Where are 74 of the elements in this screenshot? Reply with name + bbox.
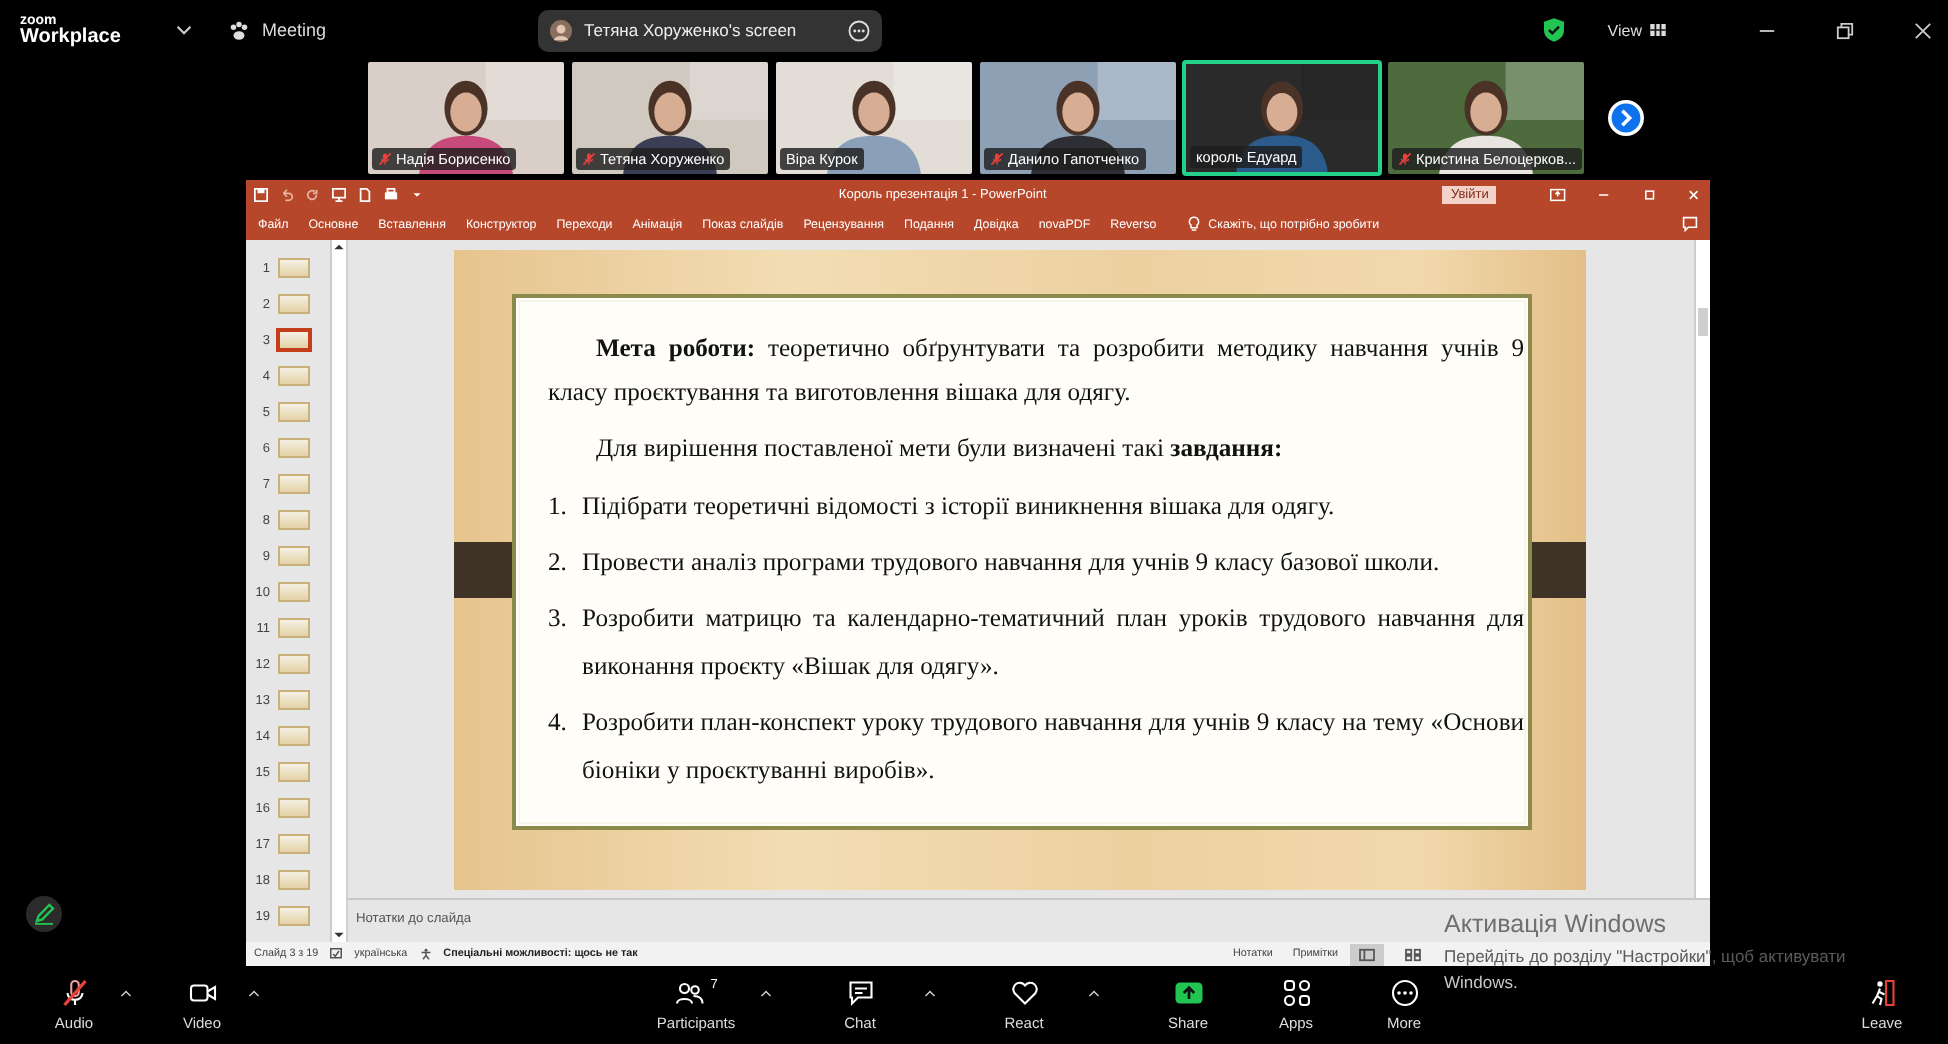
list-number: 3. <box>548 602 569 636</box>
share-status-pill[interactable]: Тетяна Хоруженко's screen <box>538 9 883 51</box>
chat-bubble-icon <box>845 978 875 1008</box>
slide-thumbnail[interactable] <box>278 762 310 782</box>
scrollbar[interactable] <box>330 240 346 942</box>
caret-up-icon[interactable] <box>248 988 260 998</box>
undo-icon[interactable] <box>280 187 294 201</box>
slide-thumbnail[interactable] <box>278 654 310 674</box>
slide-thumbnail[interactable] <box>278 330 310 350</box>
slide-thumbnail[interactable] <box>278 870 310 890</box>
apps-icon <box>1281 978 1311 1008</box>
task-item: Розробити план-конспект уроку трудового навчання для учнів 9 класу на тему «Основи біоніки у проєктуванні виробів». <box>582 706 1524 788</box>
comment-icon[interactable] <box>1682 216 1698 232</box>
slide-thumbnail[interactable] <box>278 906 310 926</box>
slide-thumbnail[interactable] <box>278 546 310 566</box>
slide-thumbnail[interactable] <box>278 438 310 458</box>
restore-icon[interactable] <box>1641 187 1657 201</box>
heart-icon <box>1009 978 1039 1008</box>
annotate-pencil-icon[interactable] <box>26 896 62 932</box>
grid-icon <box>1650 24 1666 36</box>
scrollbar[interactable] <box>1694 240 1710 898</box>
more-icon[interactable] <box>848 19 871 41</box>
slide-thumbnail[interactable] <box>278 834 310 854</box>
ribbon-display-icon[interactable] <box>1550 187 1567 201</box>
caret-up-icon[interactable] <box>760 988 772 998</box>
lightbulb-icon <box>1188 216 1201 232</box>
presenter-icon[interactable] <box>332 187 346 201</box>
close-icon[interactable] <box>1914 21 1932 39</box>
task-item: Провести аналіз програми трудового навчання для учнів 9 класу базової школи. <box>582 546 1442 580</box>
people-icon <box>674 978 705 1008</box>
slide-thumbnail[interactable] <box>278 474 310 494</box>
task-item: Розробити матрицю та календарно-тематичний план уроків трудового навчання для виконання проєкту «Вішак для одягу». <box>582 602 1524 684</box>
slide-thumbnail[interactable] <box>278 618 310 638</box>
caret-up-icon[interactable] <box>1088 988 1100 998</box>
activation-title: Активація Windows <box>1444 912 1668 938</box>
chevron-down-icon[interactable] <box>176 24 192 36</box>
next-page-icon[interactable] <box>1608 100 1644 136</box>
save-icon[interactable] <box>254 187 268 201</box>
exit-icon <box>1867 978 1897 1008</box>
slide-thumbnail[interactable] <box>278 402 310 422</box>
activation-hint: Windows. <box>1444 972 1520 992</box>
accessibility-icon[interactable] <box>419 948 432 960</box>
list-number: 4. <box>548 706 569 740</box>
customize-caret-icon[interactable] <box>410 187 424 201</box>
avatar-icon <box>550 19 573 41</box>
list-number: 2. <box>548 546 569 580</box>
close-icon[interactable] <box>1686 187 1703 201</box>
new-file-icon[interactable] <box>358 187 372 201</box>
slide-thumbnail[interactable] <box>278 366 310 386</box>
spellcheck-icon[interactable] <box>330 948 343 960</box>
normal-view-icon[interactable] <box>1350 943 1384 965</box>
slide-thumbnail[interactable] <box>278 582 310 602</box>
redo-icon[interactable] <box>306 187 320 201</box>
slide-thumbnail[interactable] <box>278 258 310 278</box>
slide-thumbnail[interactable] <box>278 798 310 818</box>
view-button[interactable]: View <box>1607 21 1666 39</box>
paw-icon <box>228 19 250 41</box>
tasks-intro: Для вирішення поставленої мети були визначені такі завдання: <box>594 432 1285 466</box>
caret-up-icon[interactable] <box>120 988 132 998</box>
meeting-button[interactable]: Meeting <box>228 19 327 41</box>
slide-thumbnail[interactable] <box>278 690 310 710</box>
slide-thumbnail[interactable] <box>278 294 310 314</box>
slide-thumbnail[interactable] <box>278 726 310 746</box>
more-icon <box>1389 978 1419 1008</box>
caret-up-icon[interactable] <box>924 988 936 998</box>
camera-icon <box>187 978 217 1008</box>
restore-icon[interactable] <box>1836 21 1854 39</box>
aim-paragraph: Мета роботи: теоретично обґрунтувати та розробити методику навчання учнів 9 класу проєктування та виготовлення вішака для одягу. <box>548 332 1524 410</box>
slide-thumbnail[interactable] <box>278 510 310 530</box>
printer-icon[interactable] <box>384 187 398 201</box>
list-number: 1. <box>548 490 569 524</box>
task-item: Підібрати теоретичні відомості з історії виникнення вішака для одягу. <box>582 490 1337 524</box>
share-status-text: Тетяна Хоруженко's screen <box>584 20 797 40</box>
shield-icon[interactable] <box>1543 18 1564 42</box>
